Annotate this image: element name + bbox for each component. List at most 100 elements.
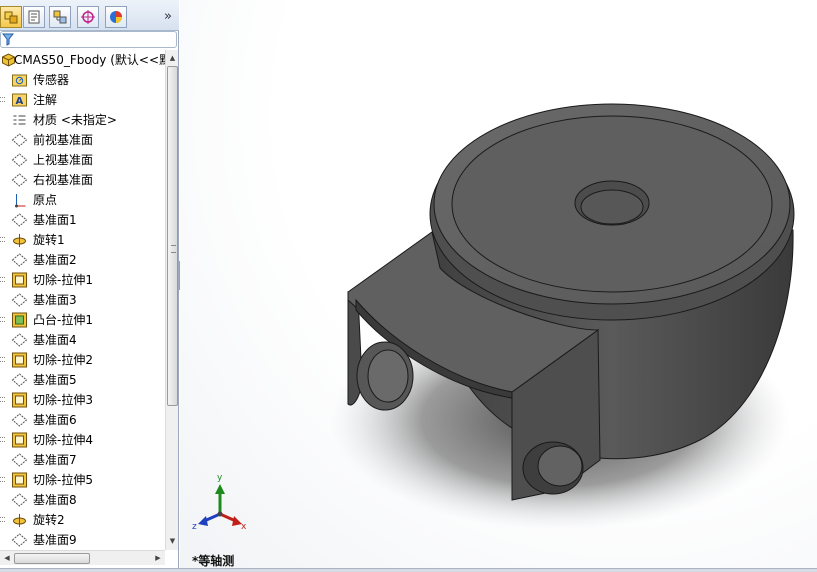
plane-icon [11,333,28,347]
plane-icon [11,173,28,187]
appearance-pie-icon [110,11,122,23]
triad-x-label: x [241,522,247,532]
tree-item[interactable]: 右视基准面 [0,170,165,190]
tree-item-label: 前视基准面 [33,133,94,147]
tree-item-label: 基准面8 [33,493,77,507]
expand-toggle-icon[interactable] [0,477,5,482]
tree-item-label: 上视基准面 [33,153,94,167]
tree-item[interactable]: 基准面7 [0,450,165,470]
plane-icon [11,153,28,167]
tree-item[interactable]: 基准面4 [0,330,165,350]
tree-item-label: 切除-拉伸5 [33,473,93,487]
tree-item[interactable]: 基准面2 [0,250,165,270]
tree-item[interactable]: 旋转1 [0,230,165,250]
tree-item[interactable]: 基准面3 [0,290,165,310]
expand-toggle-icon[interactable] [0,97,5,102]
tree-item-label: 切除-拉伸1 [33,273,93,287]
expand-toggle-icon[interactable] [0,397,5,402]
axle-face [537,445,583,487]
tree-item[interactable]: 切除-拉伸1 [0,270,165,290]
tree-item-label: 材质 <未指定> [33,113,117,127]
property-icon [28,10,40,24]
scroll-up-arrow-icon[interactable]: ▲ [167,52,178,65]
cut-extrude-icon [12,432,27,448]
tree-item-label: 凸台-拉伸1 [33,313,93,327]
tree-item[interactable]: 材质 <未指定> [0,110,165,130]
plane-icon [11,493,28,507]
expand-toggle-icon[interactable] [0,237,5,242]
dimxpert-tab[interactable] [77,6,99,28]
tree-item-label: 基准面2 [33,253,77,267]
graphics-area[interactable]: · y x z *等轴测 [180,0,817,572]
tree-item-label: 基准面1 [33,213,77,227]
sensor-folder-icon [12,74,27,87]
tree-root-part[interactable]: CMAS50_Fbody (默认<<默 [0,50,165,70]
annotation-folder-icon: A [12,93,27,107]
tree-item-label: 原点 [33,193,58,207]
tree-item-label: 切除-拉伸4 [33,433,93,447]
tree-filter-input[interactable] [0,31,177,48]
plane-icon [11,213,28,227]
expand-toggle-icon[interactable] [0,317,5,322]
model-view[interactable]: · y x z [180,0,817,572]
tree-item[interactable]: 上视基准面 [0,150,165,170]
tree-item[interactable]: 原点 [0,190,165,210]
tree-item[interactable]: 切除-拉伸5 [0,470,165,490]
origin-icon [15,194,26,208]
expand-toggle-icon[interactable] [0,437,5,442]
tree-vertical-scrollbar[interactable]: ▲ ▼ [165,50,178,550]
scroll-right-arrow-icon[interactable]: ▶ [152,552,164,565]
boss-extrude-icon [12,312,27,328]
tree-item[interactable]: 旋转2 [0,510,165,530]
tree-item[interactable]: 切除-拉伸4 [0,430,165,450]
feature-tree-icon [4,11,18,24]
panel-tab-bar: » [0,0,179,31]
plane-icon [11,293,28,307]
tree-item[interactable]: 传感器 [0,70,165,90]
triad-y-label: y [217,473,223,483]
tree-item-label: 基准面5 [33,373,77,387]
scroll-left-arrow-icon[interactable]: ◀ [1,552,13,565]
tabs-overflow-button[interactable]: » [160,8,176,26]
tree-item[interactable]: A 注解 [0,90,165,110]
scroll-down-arrow-icon[interactable]: ▼ [167,535,178,548]
property-manager-tab[interactable] [23,6,45,28]
cut-extrude-icon [12,472,27,488]
tree-item[interactable]: 凸台-拉伸1 [0,310,165,330]
tree-item[interactable]: 基准面6 [0,410,165,430]
feature-manager-panel: » CMAS50_Fbody (默认<<默 传感器 A 注解材质 <未指定> 前视基准… [0,0,179,572]
feature-manager-tab[interactable] [0,6,22,28]
scroll-thumb[interactable] [167,66,178,406]
crosshair-icon [81,10,95,24]
tree-item-label: 基准面3 [33,293,77,307]
configuration-manager-tab[interactable] [49,6,71,28]
tree-item-label: 右视基准面 [33,173,94,187]
tree-item-label: 基准面7 [33,453,77,467]
filter-icon [2,33,14,46]
tree-item[interactable]: 基准面1 [0,210,165,230]
material-icon [13,115,26,125]
cut-extrude-icon [12,272,27,288]
window-bottom-border [0,568,817,572]
tree-item-label: 基准面6 [33,413,77,427]
display-manager-tab[interactable] [105,6,127,28]
expand-toggle-icon[interactable] [0,517,5,522]
tree-item[interactable]: 基准面8 [0,490,165,510]
tree-item-label: 切除-拉伸2 [33,353,93,367]
feature-tree: CMAS50_Fbody (默认<<默 传感器 A 注解材质 <未指定> 前视基准面上… [0,50,165,550]
tree-item[interactable]: 前视基准面 [0,130,165,150]
tree-item[interactable]: 切除-拉伸2 [0,350,165,370]
tree-item[interactable]: 基准面5 [0,370,165,390]
expand-toggle-icon[interactable] [0,277,5,282]
tree-item[interactable]: 切除-拉伸3 [0,390,165,410]
revolve-icon [13,514,26,527]
cut-extrude-icon [12,392,27,408]
tree-horizontal-scrollbar[interactable]: ◀ ▶ [0,550,165,565]
left-lug-hole [367,349,409,403]
plane-icon [11,133,28,147]
tree-item-label: 旋转2 [33,513,65,527]
hscroll-thumb[interactable] [14,553,90,564]
expand-toggle-icon[interactable] [0,357,5,362]
plane-icon [11,253,28,267]
tree-item[interactable]: 基准面9 [0,530,165,550]
